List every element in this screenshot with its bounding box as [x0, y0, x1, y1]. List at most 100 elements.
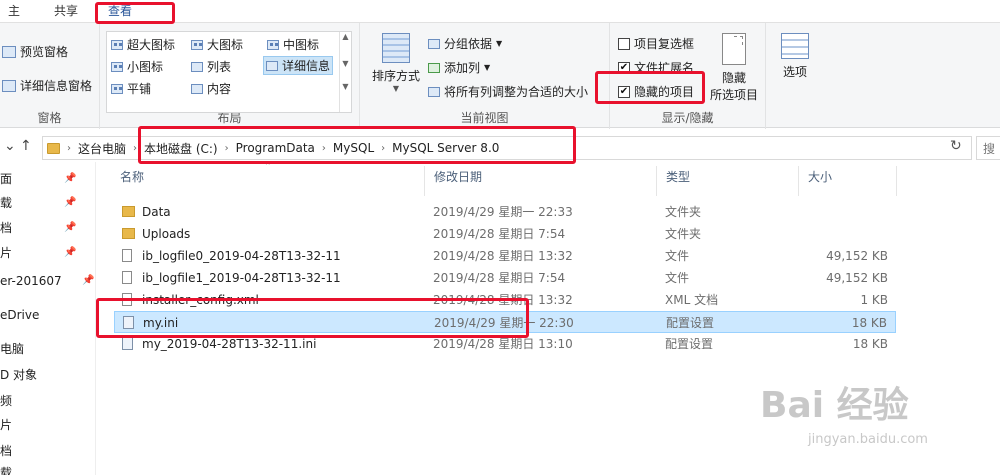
group-panes: 预览窗格 详细信息窗格 窗格 [0, 23, 100, 129]
options-button[interactable]: 选项 [770, 33, 820, 80]
group-label-panes: 窗格 [37, 111, 62, 125]
layout-tiles[interactable]: 平铺 [111, 80, 151, 97]
sort-by-button[interactable]: 排序方式 ▼ [368, 33, 424, 93]
item-checkboxes-checkbox[interactable] [618, 37, 630, 50]
dropdown-arrow-icon: ▼ [484, 63, 491, 72]
group-show-hide: 项目复选框 文件扩展名 隐藏的项目 隐藏 所选项目 显示/隐藏 [610, 23, 766, 129]
chevron-right-icon[interactable]: › [67, 143, 71, 154]
chevron-right-icon[interactable]: › [322, 143, 326, 154]
table-row[interactable]: ib_logfile0_2019-04-28T13-32-11 2019/4/2… [114, 245, 896, 267]
breadcrumb-mysql[interactable]: MySQL [333, 141, 374, 155]
nav-item[interactable]: 档 📌 [0, 217, 92, 239]
layout-list[interactable]: 列表 [191, 58, 231, 75]
table-row-selected[interactable]: my.ini 2019/4/29 星期一 22:30 配置设置 18 KB [114, 311, 896, 333]
nav-item[interactable]: 载 📌 [0, 192, 92, 214]
layout-medium-icons[interactable]: 中图标 [267, 36, 319, 53]
column-divider[interactable] [656, 166, 657, 196]
file-extensions-checkbox[interactable] [618, 61, 630, 74]
pin-icon[interactable]: 📌 [64, 217, 76, 239]
layout-large-icons[interactable]: 大图标 [191, 36, 243, 53]
layout-extra-large-icons[interactable]: 超大图标 [111, 36, 175, 53]
group-label-show-hide: 显示/隐藏 [661, 111, 714, 125]
fit-columns-button[interactable]: 将所有列调整为合适的大小 [428, 83, 588, 100]
group-current-view: 排序方式 ▼ 分组依据 ▼ 添加列 ▼ 将所有列调整为合适的大小 当前视图 [360, 23, 610, 129]
chevron-right-icon[interactable]: › [225, 143, 229, 154]
nav-item-3d-objects[interactable]: D 对象 [0, 364, 92, 386]
tab-home[interactable]: 主页 [0, 0, 40, 40]
layout-small-icons[interactable]: 小图标 [111, 58, 163, 75]
details-pane-button[interactable]: 详细信息窗格 [2, 77, 92, 94]
nav-item-videos[interactable]: 频 [0, 390, 92, 412]
nav-item[interactable]: 片 📌 [0, 242, 92, 264]
search-input[interactable]: 搜 [976, 136, 1000, 160]
address-row: ⌄ ↑ › 这台电脑 › 本地磁盘 (C:) › ProgramData › M… [0, 132, 1000, 162]
breadcrumb-mysql-server[interactable]: MySQL Server 8.0 [392, 141, 499, 155]
address-bar[interactable]: › 这台电脑 › 本地磁盘 (C:) › ProgramData › MySQL… [42, 136, 972, 160]
pin-icon[interactable]: 📌 [64, 192, 76, 214]
hide-selected-button[interactable]: 隐藏 所选项目 [706, 33, 762, 103]
nav-item-this-pc[interactable]: 电脑 [0, 338, 92, 360]
up-arrow-icon[interactable]: ↑ [20, 138, 32, 154]
ribbon-tabs: 主页 共享 查看 [0, 0, 1000, 40]
tab-view[interactable]: 查看 [90, 0, 170, 22]
details-pane-icon [2, 79, 16, 92]
chevron-down-icon[interactable]: ⌄ [4, 138, 16, 154]
fit-columns-icon [428, 86, 440, 97]
tab-share[interactable]: 共享 [40, 0, 90, 22]
chevron-right-icon[interactable]: › [133, 143, 137, 154]
refresh-icon[interactable]: ↻ [950, 138, 962, 154]
table-row[interactable]: installer_config.xml 2019/4/28 星期日 13:32… [114, 289, 896, 311]
file-extensions-toggle[interactable]: 文件扩展名 [618, 59, 694, 76]
nav-item[interactable]: 面 📌 [0, 168, 92, 190]
chevron-up-icon[interactable]: ▲ [340, 32, 351, 41]
chevron-right-icon[interactable]: › [381, 143, 385, 154]
column-header-type[interactable]: 类型 [666, 168, 690, 185]
config-file-icon [123, 316, 134, 329]
nav-item[interactable]: er-201607 📌 [0, 270, 94, 292]
nav-item-pictures[interactable]: 片 [0, 414, 92, 436]
expand-gallery-icon[interactable]: ▼ [340, 82, 351, 91]
ribbon: 预览窗格 详细信息窗格 窗格 布局 超大图标 大图标 中图标 小图标 列表 详细… [0, 22, 1000, 129]
nav-item-downloads[interactable]: 载 [0, 462, 92, 475]
navigation-pane: 面 📌 载 📌 档 📌 片 📌 er-201607 📌 eDrive 电脑 D 对象 频 … [0, 162, 96, 475]
table-row[interactable]: ib_logfile1_2019-04-28T13-32-11 2019/4/2… [114, 267, 896, 289]
file-icon [122, 271, 132, 284]
hidden-items-toggle[interactable]: 隐藏的项目 [618, 83, 694, 100]
layout-gallery: 超大图标 大图标 中图标 小图标 列表 详细信息 平铺 内容 ▲ ▼ ▼ [106, 31, 352, 113]
nav-item-onedrive[interactable]: eDrive [0, 304, 92, 326]
column-header-name[interactable]: 名称 [120, 168, 144, 185]
layout-details[interactable]: 详细信息 [263, 56, 334, 75]
layout-gallery-scroll[interactable]: ▲ ▼ ▼ [339, 32, 351, 112]
column-divider[interactable] [424, 166, 425, 196]
folder-icon [47, 142, 60, 154]
file-icon [122, 293, 132, 306]
layout-content[interactable]: 内容 [191, 80, 231, 97]
group-by-icon [428, 38, 440, 49]
preview-pane-button[interactable]: 预览窗格 [2, 43, 68, 60]
pin-icon[interactable]: 📌 [82, 270, 94, 292]
table-row[interactable]: Data 2019/4/29 星期一 22:33 文件夹 [114, 201, 896, 223]
item-checkboxes-toggle[interactable]: 项目复选框 [618, 35, 694, 52]
group-by-button[interactable]: 分组依据 ▼ [428, 35, 502, 52]
add-column-icon [428, 62, 440, 73]
column-divider[interactable] [896, 166, 897, 196]
table-row[interactable]: Uploads 2019/4/28 星期日 7:54 文件夹 [114, 223, 896, 245]
column-divider[interactable] [798, 166, 799, 196]
pin-icon[interactable]: 📌 [64, 168, 76, 190]
breadcrumb-this-pc[interactable]: 这台电脑 [78, 140, 126, 157]
nav-item-documents[interactable]: 档 [0, 440, 92, 462]
tiles-icon [111, 83, 123, 94]
column-header-date[interactable]: 修改日期 [434, 168, 482, 185]
hidden-items-checkbox[interactable] [618, 85, 630, 98]
add-column-button[interactable]: 添加列 ▼ [428, 59, 490, 76]
breadcrumb-local-disk[interactable]: 本地磁盘 (C:) [144, 140, 218, 157]
chevron-down-icon[interactable]: ▼ [340, 59, 351, 68]
table-row[interactable]: my_2019-04-28T13-32-11.ini 2019/4/28 星期日… [114, 333, 896, 355]
folder-icon [122, 206, 135, 217]
breadcrumb-programdata[interactable]: ProgramData [236, 141, 315, 155]
dropdown-arrow-icon: ▼ [496, 39, 503, 48]
pin-icon[interactable]: 📌 [64, 242, 76, 264]
dropdown-arrow-icon: ▼ [392, 84, 400, 93]
details-icon [266, 60, 278, 71]
column-header-size[interactable]: 大小 [808, 168, 832, 185]
